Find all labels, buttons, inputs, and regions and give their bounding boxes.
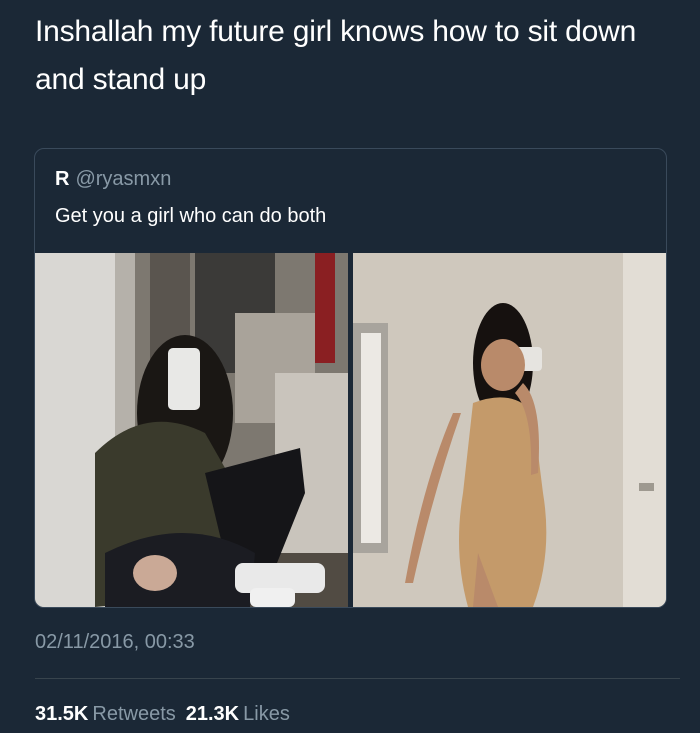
quoted-tweet-text: Get you a girl who can do both <box>55 205 327 227</box>
photo-sitting-image <box>35 253 348 607</box>
photo-standing-image <box>353 253 666 607</box>
likes-stat[interactable]: 21.3K Likes <box>186 703 300 725</box>
tweet-stats: 31.5K Retweets 21.3K Likes <box>35 700 300 728</box>
photo-sitting[interactable] <box>35 253 348 607</box>
divider <box>35 678 680 679</box>
quoted-tweet-card[interactable]: R @ryasmxn Get you a girl who can do both <box>34 148 667 608</box>
quoted-author-name: R <box>55 168 70 190</box>
tweet-text: Inshallah my future girl knows how to si… <box>35 15 637 96</box>
quoted-tweet-header: R @ryasmxn <box>55 167 171 191</box>
retweets-stat[interactable]: 31.5K Retweets <box>35 703 186 725</box>
retweets-label: Retweets <box>92 703 176 725</box>
tweet-timestamp[interactable]: 02/11/2016, 00:33 <box>35 628 195 656</box>
likes-count: 21.3K <box>185 703 240 725</box>
photo-standing[interactable] <box>353 253 666 607</box>
likes-label: Likes <box>243 703 290 725</box>
retweets-count: 31.5K <box>35 703 89 725</box>
quoted-author-handle: @ryasmxn <box>75 168 172 190</box>
